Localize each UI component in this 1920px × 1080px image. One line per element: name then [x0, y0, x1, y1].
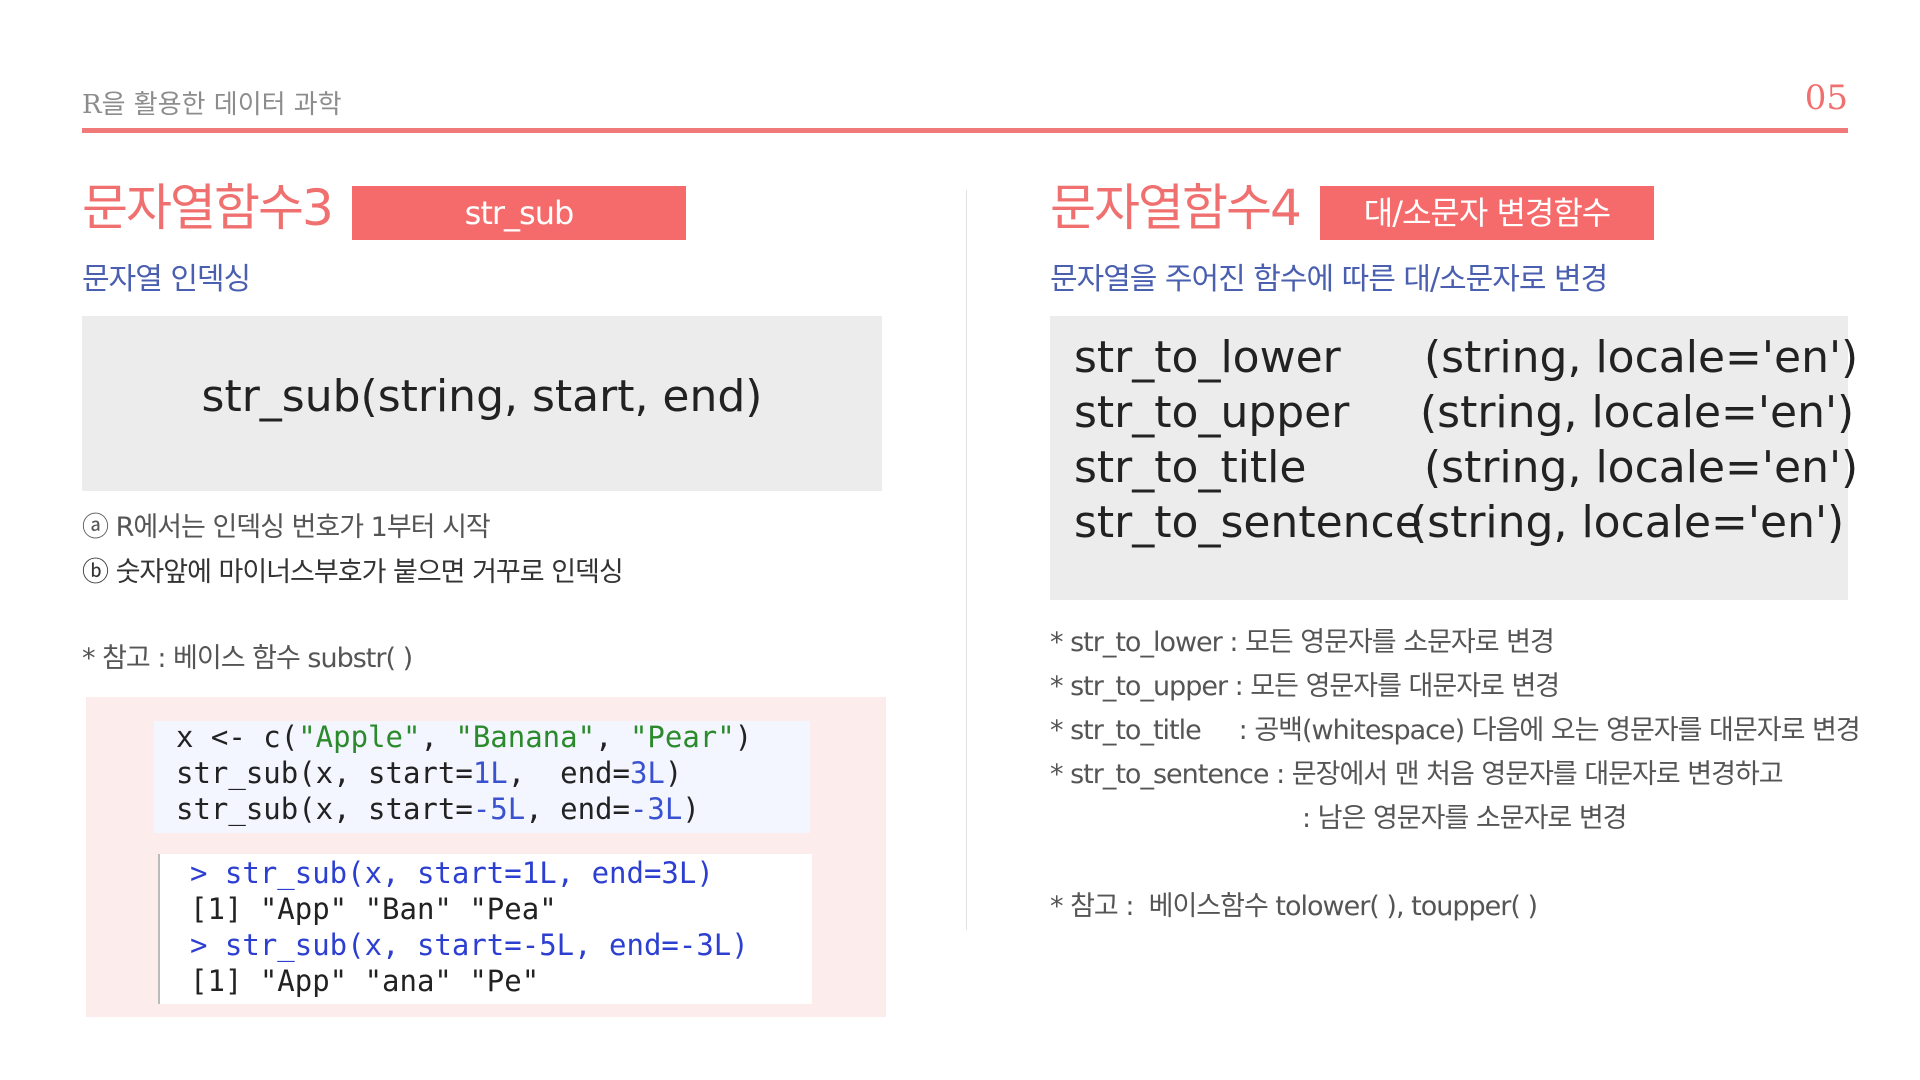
- function-args: (string, locale='en'): [1420, 387, 1855, 438]
- reference-note-left: * 참고 : 베이스 함수 substr( ): [82, 643, 413, 674]
- section-subtitle-right: 문자열을 주어진 함수에 따른 대/소문자로 변경: [1050, 262, 1608, 297]
- function-row: str_to_title (string, locale='en'): [1050, 440, 1858, 495]
- section-tag-left: str_sub: [352, 186, 686, 240]
- function-row: str_to_lower (string, locale='en'): [1050, 330, 1858, 385]
- column-divider: [966, 190, 967, 930]
- note-b: ⓑ 숫자앞에 마이너스부호가 붙으면 거꾸로 인덱싱: [82, 557, 624, 588]
- section-title-right: 문자열함수4: [1050, 179, 1302, 237]
- page-number: 05: [1804, 78, 1848, 118]
- console-input-line: > str_sub(x, start=1L, end=3L): [190, 856, 714, 890]
- note-a: ⓐ R에서는 인덱싱 번호가 1부터 시작: [82, 512, 491, 543]
- signature-box-left: str_sub(string, start, end): [82, 316, 882, 491]
- function-name: str_to_sentence: [1074, 497, 1422, 548]
- console-output-line: [1] "App" "ana" "Pe": [190, 964, 540, 998]
- code-line: str_sub(x, start=-5L, end=-3L): [176, 792, 700, 826]
- function-args: (string, locale='en'): [1410, 497, 1845, 548]
- function-name: str_to_lower: [1074, 332, 1341, 383]
- section-title-left: 문자열함수3: [82, 179, 334, 237]
- description-line: * str_to_sentence : 문장에서 맨 처음 영문자를 대문자로 …: [1050, 759, 1784, 790]
- function-name: str_to_title: [1074, 442, 1307, 493]
- section-tag-right: 대/소문자 변경함수: [1320, 186, 1654, 240]
- function-signature: str_sub(string, start, end): [201, 371, 763, 422]
- description-line: * str_to_upper : 모든 영문자를 대문자로 변경: [1050, 671, 1560, 702]
- code-example-panel: x <- c("Apple", "Banana", "Pear") str_su…: [86, 697, 886, 1017]
- description-line: : 남은 영문자를 소문자로 변경: [1302, 803, 1628, 834]
- console-input-line: > str_sub(x, start=-5L, end=-3L): [190, 928, 749, 962]
- signature-box-right: str_to_lower (string, locale='en') str_t…: [1050, 316, 1858, 600]
- reference-note-right: * 참고 : 베이스함수 tolower( ), toupper( ): [1050, 891, 1538, 922]
- section-subtitle-left: 문자열 인덱싱: [82, 262, 251, 297]
- code-line: str_sub(x, start=1L, end=3L): [176, 756, 683, 790]
- function-row: str_to_upper (string, locale='en'): [1050, 385, 1854, 440]
- description-line: * str_to_lower : 모든 영문자를 소문자로 변경: [1050, 627, 1555, 658]
- function-name: str_to_upper: [1074, 387, 1350, 438]
- function-args: (string, locale='en'): [1424, 442, 1859, 493]
- description-line: * str_to_title : 공백(whitespace) 다음에 오는 영…: [1050, 715, 1861, 746]
- function-args: (string, locale='en'): [1424, 332, 1859, 383]
- console-output-line: [1] "App" "Ban" "Pea": [190, 892, 557, 926]
- header-divider: [82, 128, 1848, 133]
- header-title: R을 활용한 데이터 과학: [82, 90, 342, 120]
- function-row: str_to_sentence (string, locale='en'): [1050, 495, 1848, 550]
- code-line: x <- c("Apple", "Banana", "Pear"): [176, 720, 753, 754]
